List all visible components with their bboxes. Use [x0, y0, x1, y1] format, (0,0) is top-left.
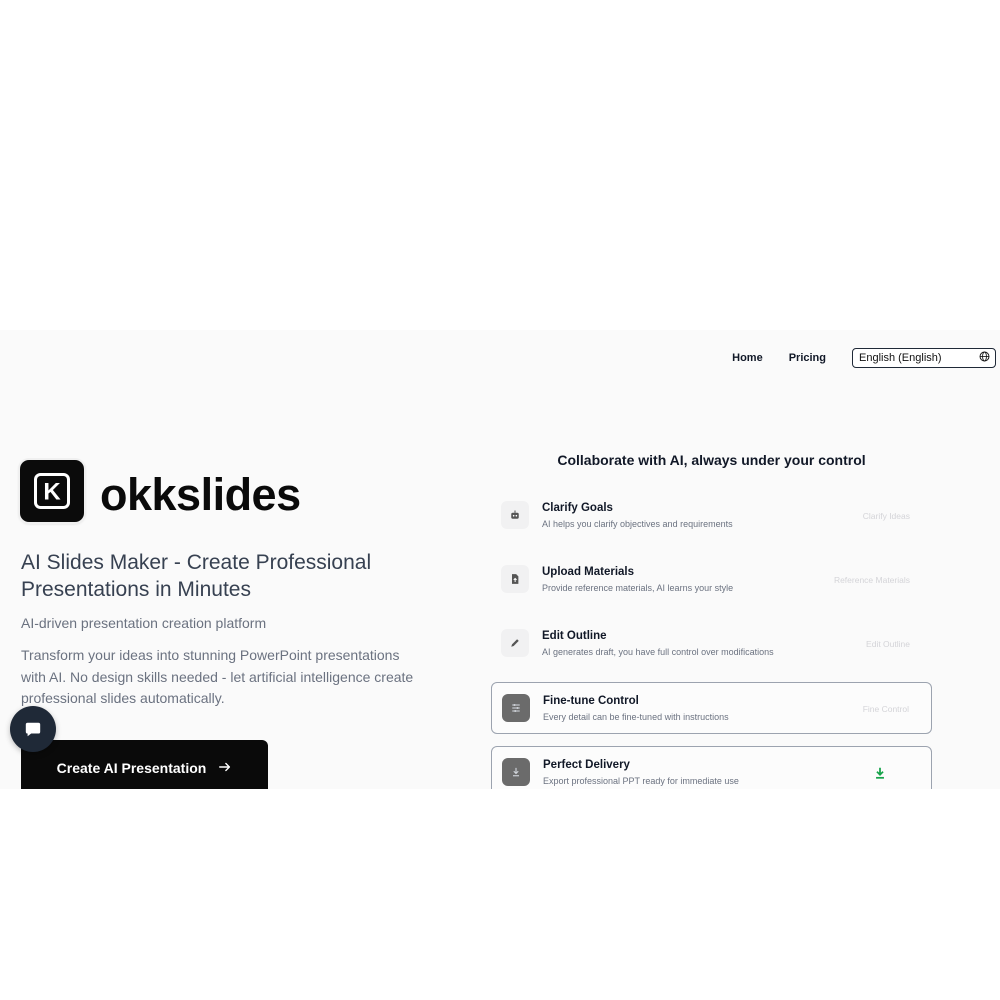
workflow-step-edit-outline[interactable]: Edit Outline AI generates draft, you hav… [491, 618, 932, 670]
workflow-title: Collaborate with AI, always under your c… [557, 452, 866, 468]
step-name: Edit Outline [542, 630, 607, 642]
globe-icon [979, 351, 990, 365]
step-description: AI generates draft, you have full contro… [542, 647, 774, 657]
hero-description: Transform your ideas into stunning Power… [21, 647, 414, 706]
download-icon [502, 758, 530, 786]
chat-button[interactable] [10, 706, 56, 752]
language-select-value: English (English) [859, 352, 942, 364]
pencil-icon [501, 629, 529, 657]
step-description: AI helps you clarify objectives and requ… [542, 519, 733, 529]
chat-bubble-icon [25, 722, 41, 737]
download-status-icon[interactable] [873, 766, 887, 780]
robot-icon [501, 501, 529, 529]
step-description: Provide reference materials, AI learns y… [542, 583, 734, 593]
workflow-step-clarify-goals[interactable]: Clarify Goals AI helps you clarify objec… [491, 490, 932, 542]
brand-name: okkslides [100, 469, 301, 520]
step-description: Export professional PPT ready for immedi… [543, 776, 739, 786]
create-presentation-label: Create AI Presentation [56, 760, 207, 776]
sliders-icon [502, 694, 530, 722]
brand-logo: K [20, 460, 84, 522]
step-name: Perfect Delivery [543, 759, 630, 771]
language-select[interactable]: English (English) [852, 348, 996, 368]
nav-home-link[interactable]: Home [732, 352, 763, 364]
step-tag: Fine Control [862, 704, 909, 714]
nav-pricing-link[interactable]: Pricing [789, 352, 826, 364]
file-upload-icon [501, 565, 529, 593]
workflow-step-perfect-delivery[interactable]: Perfect Delivery Export professional PPT… [491, 746, 932, 789]
page-viewport: Home Pricing English (English) K okkslid… [0, 330, 1000, 789]
logo-letter: K [43, 479, 61, 506]
step-tag: Edit Outline [866, 639, 910, 649]
workflow-step-upload-materials[interactable]: Upload Materials Provide reference mater… [491, 554, 932, 606]
step-tag: Clarify Ideas [862, 511, 910, 521]
step-description: Every detail can be fine-tuned with inst… [543, 712, 729, 722]
step-tag: Reference Materials [833, 575, 910, 585]
hero-title: AI Slides Maker - Create Professional Pr… [21, 551, 372, 601]
arrow-right-icon [219, 762, 231, 772]
top-nav: Home Pricing English (English) [732, 348, 996, 368]
create-presentation-button[interactable]: Create AI Presentation [21, 740, 268, 789]
workflow-step-fine-tune-control[interactable]: Fine-tune Control Every detail can be fi… [491, 682, 932, 734]
logo-k-icon: K [34, 473, 70, 509]
step-name: Clarify Goals [542, 502, 613, 514]
step-name: Fine-tune Control [543, 695, 639, 707]
hero-subtitle: AI-driven presentation creation platform [21, 615, 267, 631]
step-name: Upload Materials [542, 566, 635, 578]
